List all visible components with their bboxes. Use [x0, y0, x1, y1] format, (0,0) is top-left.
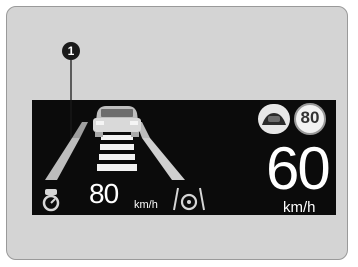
set-speed-value: 80 — [89, 178, 119, 209]
speed-limit-sign-value: 80 — [300, 108, 320, 127]
callout-number: 1 — [62, 42, 80, 60]
lead-car-icon — [93, 106, 141, 137]
lane-keep-steering-icon — [173, 187, 205, 211]
current-speed-value: 60 — [266, 135, 331, 202]
current-speed-unit: km/h — [283, 199, 316, 216]
traffic-sign-recognition-icon — [258, 104, 290, 134]
following-distance-icon — [97, 135, 137, 171]
set-speed-unit: km/h — [134, 199, 158, 211]
speed-limiter-icon — [42, 189, 60, 212]
